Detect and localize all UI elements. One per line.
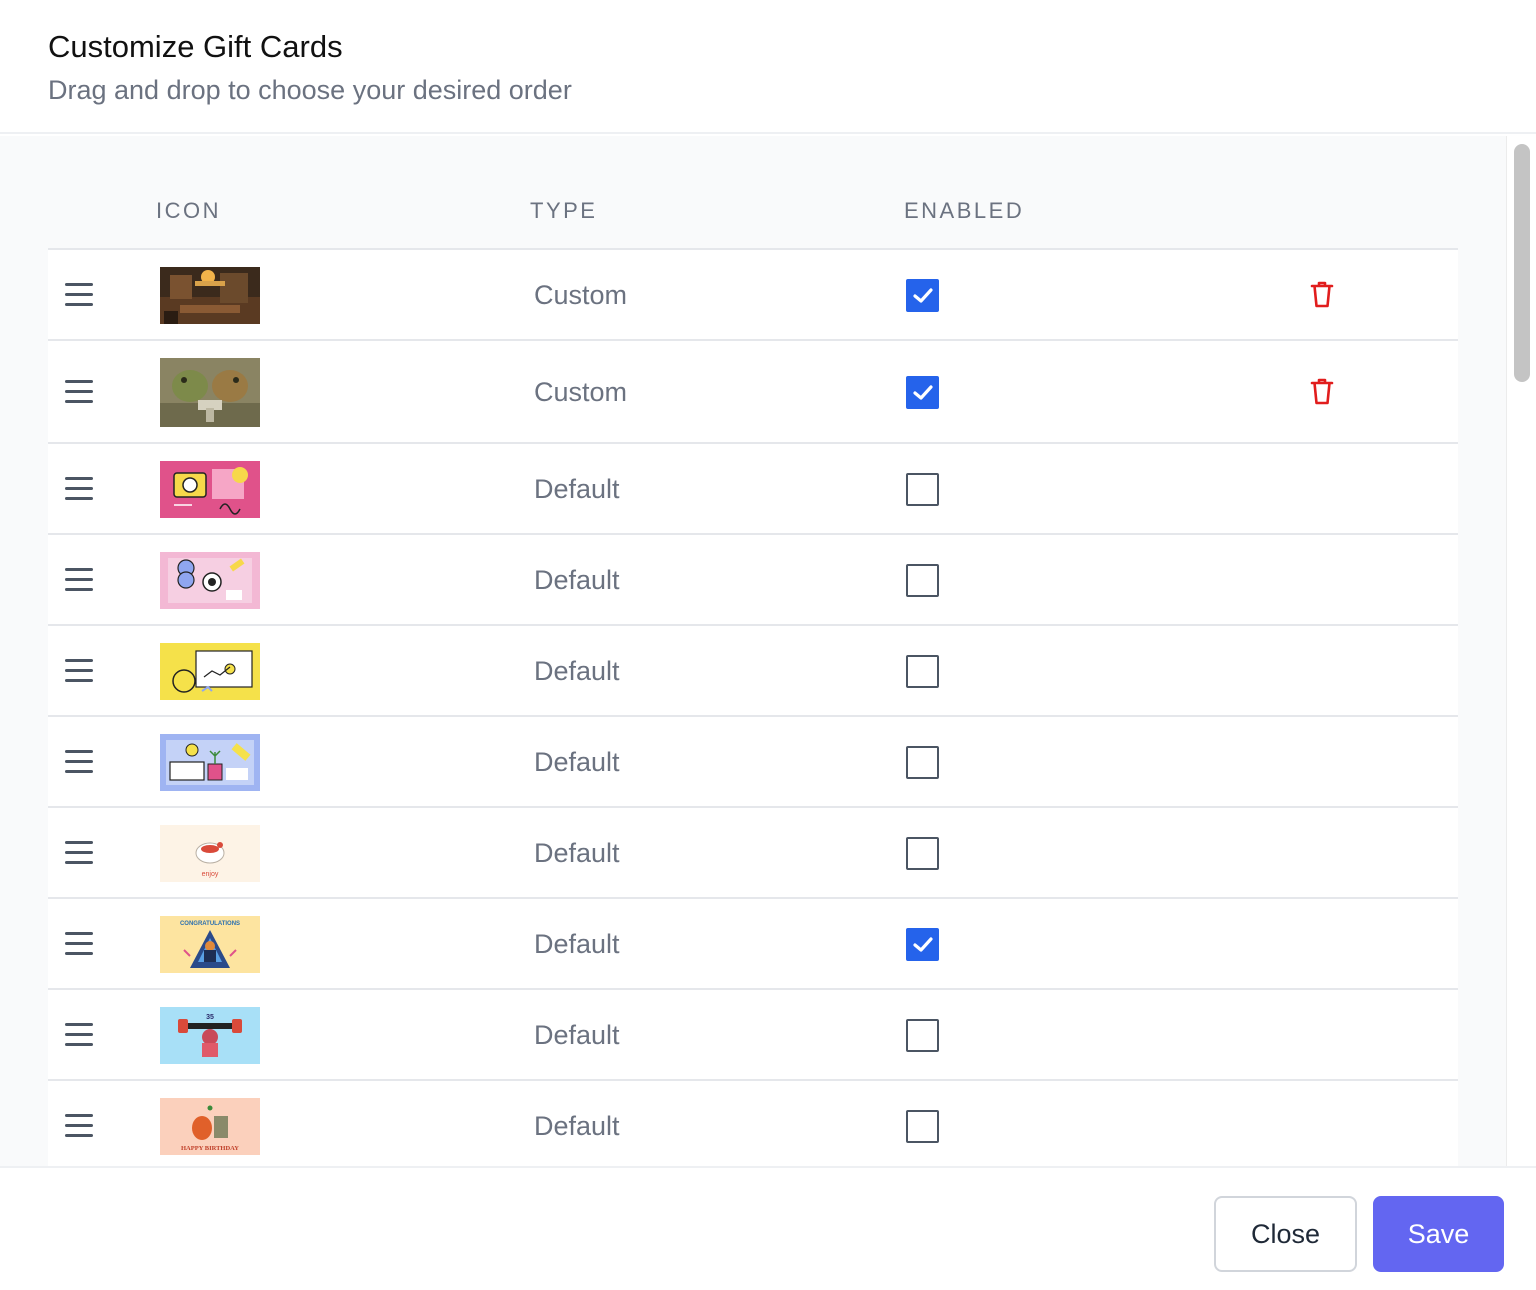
scrollbar-thumb[interactable]	[1514, 144, 1530, 382]
column-header-icon: ICON	[156, 198, 221, 223]
enabled-checkbox[interactable]	[906, 745, 939, 779]
enabled-checkbox[interactable]	[906, 375, 939, 409]
thumbnail-caption: CONGRATULATIONS	[180, 921, 240, 927]
gift-card-thumbnail	[160, 460, 260, 518]
card-type: Default	[534, 837, 620, 868]
enabled-checkbox[interactable]	[906, 654, 939, 688]
card-type: Custom	[534, 279, 628, 310]
drag-handle-icon[interactable]	[65, 282, 93, 307]
enabled-checkbox[interactable]	[906, 1018, 939, 1052]
enabled-checkbox[interactable]	[906, 927, 939, 961]
table-row[interactable]: Default	[48, 717, 1458, 808]
drag-handle-icon[interactable]	[65, 749, 93, 774]
column-header-type: TYPE	[530, 198, 598, 223]
close-button[interactable]: Close	[1214, 1196, 1357, 1272]
gift-card-thumbnail: HAPPY BIRTHDAY	[160, 1097, 260, 1155]
table-row[interactable]: Custom	[48, 341, 1458, 444]
dialog-header: Customize Gift Cards Drag and drop to ch…	[0, 0, 1536, 134]
dialog-subtitle: Drag and drop to choose your desired ord…	[48, 75, 572, 105]
gift-card-thumbnail	[160, 266, 260, 324]
column-header-enabled: ENABLED	[904, 198, 1025, 223]
table-row[interactable]: Custom	[48, 250, 1458, 341]
card-type: Default	[534, 564, 620, 595]
card-type: Default	[534, 473, 620, 504]
thumbnail-caption: enjoy	[202, 871, 219, 878]
drag-handle-icon[interactable]	[65, 931, 93, 956]
drag-handle-icon[interactable]	[65, 379, 93, 404]
gift-cards-table: ICON TYPE ENABLED Custom Custom Default …	[48, 136, 1458, 1166]
card-type: Default	[534, 746, 620, 777]
gift-card-thumbnail	[160, 733, 260, 791]
drag-handle-icon[interactable]	[65, 840, 93, 865]
enabled-checkbox[interactable]	[906, 278, 939, 312]
table-row[interactable]: 35 Default	[48, 990, 1458, 1081]
table-row[interactable]: HAPPY BIRTHDAY Default	[48, 1081, 1458, 1166]
table-row[interactable]: Default	[48, 444, 1458, 535]
trash-icon[interactable]	[1310, 377, 1334, 405]
card-type: Default	[534, 1110, 620, 1141]
dialog-title: Customize Gift Cards	[48, 29, 343, 64]
gift-card-thumbnail	[160, 551, 260, 609]
table-row[interactable]: Default	[48, 535, 1458, 626]
enabled-checkbox[interactable]	[906, 836, 939, 870]
drag-handle-icon[interactable]	[65, 476, 93, 501]
card-type: Default	[534, 655, 620, 686]
thumbnail-caption: HAPPY BIRTHDAY	[181, 1145, 239, 1152]
gift-card-thumbnail: enjoy	[160, 824, 260, 882]
enabled-checkbox[interactable]	[906, 1109, 939, 1143]
drag-handle-icon[interactable]	[65, 1022, 93, 1047]
dialog-footer: Close Save	[0, 1166, 1536, 1290]
table-row[interactable]: Default	[48, 626, 1458, 717]
drag-handle-icon[interactable]	[65, 567, 93, 592]
card-type: Default	[534, 928, 620, 959]
card-type: Default	[534, 1019, 620, 1050]
trash-icon[interactable]	[1310, 280, 1334, 308]
dialog-body: ICON TYPE ENABLED Custom Custom Default …	[0, 136, 1536, 1166]
table-row[interactable]: enjoy Default	[48, 808, 1458, 899]
enabled-checkbox[interactable]	[906, 563, 939, 597]
svg-text:35: 35	[206, 1014, 214, 1021]
table-row[interactable]: CONGRATULATIONS Default	[48, 899, 1458, 990]
enabled-checkbox[interactable]	[906, 472, 939, 506]
gift-card-thumbnail	[160, 357, 260, 427]
gift-card-thumbnail	[160, 642, 260, 700]
table-header: ICON TYPE ENABLED	[48, 136, 1458, 250]
save-button[interactable]: Save	[1373, 1196, 1504, 1272]
drag-handle-icon[interactable]	[65, 658, 93, 683]
drag-handle-icon[interactable]	[65, 1113, 93, 1138]
gift-card-thumbnail: 35	[160, 1006, 260, 1064]
card-type: Custom	[534, 376, 628, 407]
gift-card-thumbnail: CONGRATULATIONS	[160, 915, 260, 973]
